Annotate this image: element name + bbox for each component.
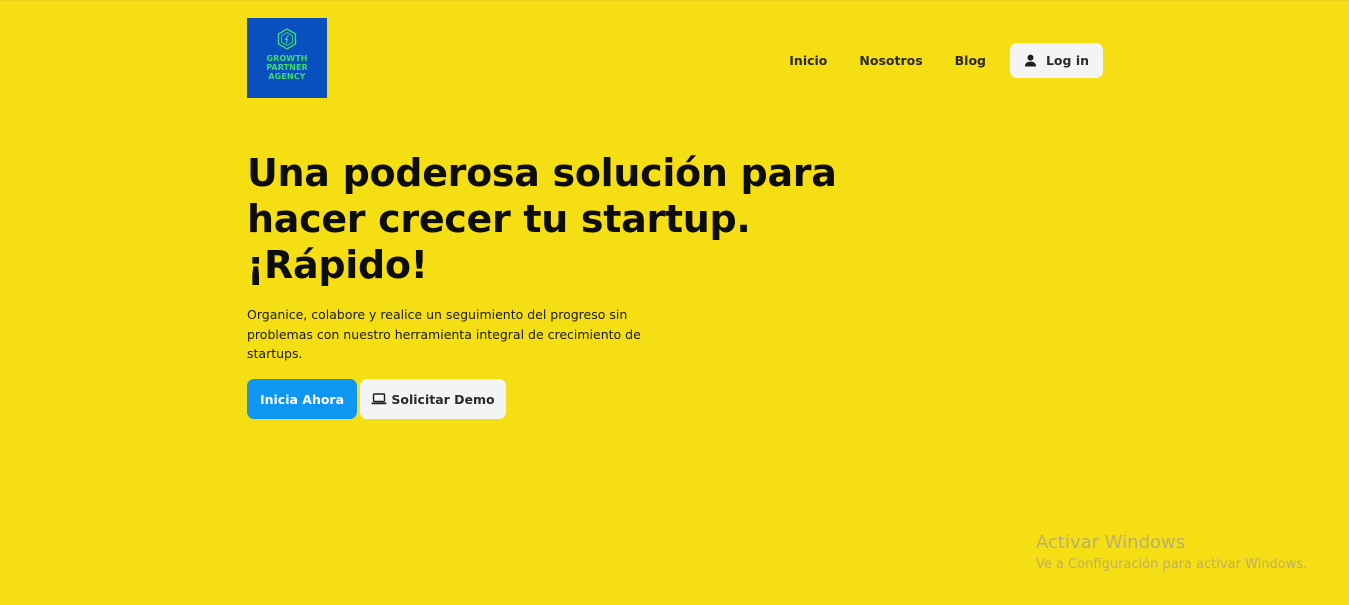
watermark-title: Activar Windows <box>1036 532 1186 553</box>
windows-activation-watermark: Activar Windows Ve a Configuración para … <box>1036 532 1307 575</box>
main-nav: Inicio Nosotros Blog Log in <box>789 43 1103 78</box>
request-demo-label: Solicitar Demo <box>391 391 495 407</box>
logo-line: GROWTH <box>266 54 308 63</box>
logo-line: PARTNER <box>266 63 308 72</box>
nav-link-nosotros[interactable]: Nosotros <box>859 53 922 68</box>
login-button[interactable]: Log in <box>1010 43 1103 78</box>
start-now-label: Inicia Ahora <box>259 391 345 407</box>
login-label: Log in <box>1045 53 1090 68</box>
top-border <box>0 0 1349 1</box>
hero-title-line: hacer crecer tu startup. <box>247 197 751 241</box>
hero-description: Organice, colabore y realice un seguimie… <box>247 307 641 361</box>
user-icon <box>1024 54 1037 67</box>
nav-link-blog[interactable]: Blog <box>955 53 986 68</box>
laptop-icon <box>371 393 387 405</box>
start-now-button[interactable]: Inicia Ahora <box>247 379 357 419</box>
logo-line: AGENCY <box>268 72 306 81</box>
watermark-subtitle: Ve a Configuración para activar Windows. <box>1036 557 1308 572</box>
nav-link-inicio[interactable]: Inicio <box>789 53 827 68</box>
hero-title-line: ¡Rápido! <box>247 243 428 287</box>
brand-logo[interactable]: GROWTH PARTNER AGENCY <box>247 18 327 98</box>
hero-title: Una poderosa solución para hacer crecer … <box>247 150 847 288</box>
hero-title-line: Una poderosa solución para <box>247 151 837 195</box>
hexagon-rocket-icon <box>277 28 297 50</box>
request-demo-button[interactable]: Solicitar Demo <box>360 379 506 419</box>
